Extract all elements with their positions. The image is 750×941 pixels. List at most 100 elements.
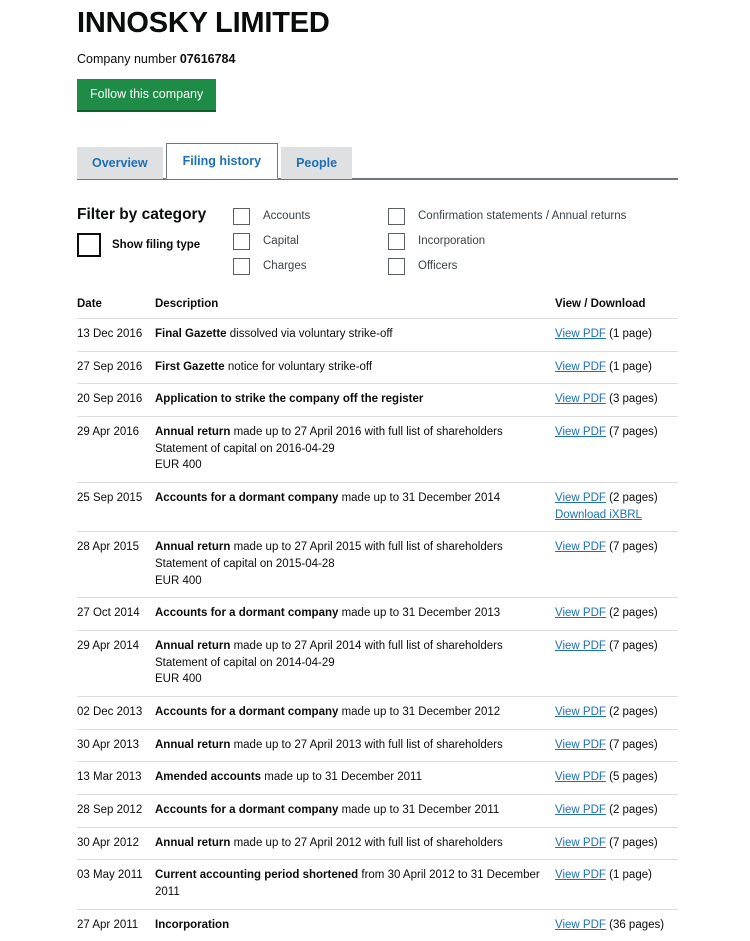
view-pdf-link[interactable]: View PDF xyxy=(555,393,606,405)
category-filter-row: Charges xyxy=(233,257,310,275)
filing-view-download: View PDF (2 pages) xyxy=(555,793,678,828)
view-pdf-link[interactable]: View PDF xyxy=(555,328,606,340)
filing-description-title: Annual return xyxy=(155,738,231,751)
table-row: 02 Dec 2013 Accounts for a dormant compan… xyxy=(77,695,678,730)
category-column-left: Accounts Capital Charges xyxy=(233,207,310,283)
table-row: 30 Apr 2012 Annual return made up to 27 A… xyxy=(77,826,678,860)
view-pdf-link[interactable]: View PDF xyxy=(555,837,606,849)
filing-history-table: Date Description View / Download 13 Dec … xyxy=(77,298,678,941)
company-number: Company number 07616784 xyxy=(77,52,750,66)
table-row: 13 Mar 2013 Amended accounts made up to 3… xyxy=(77,761,678,795)
filing-date: 25 Sep 2015 xyxy=(77,481,155,532)
view-pdf-link[interactable]: View PDF xyxy=(555,492,606,504)
view-pdf-link[interactable]: View PDF xyxy=(555,771,606,783)
filing-description-main: Current accounting period shortened from… xyxy=(155,869,540,898)
page-count: (2 pages) xyxy=(605,705,658,718)
category-checkbox-confirmation-statements-annual-returns[interactable] xyxy=(388,207,405,225)
tab-people[interactable]: People xyxy=(281,146,353,179)
tab-bar: Overview Filing history People xyxy=(77,142,678,181)
view-pdf-link[interactable]: View PDF xyxy=(555,706,606,718)
table-header-row: Date Description View / Download xyxy=(77,298,678,319)
category-label: Capital xyxy=(263,235,299,248)
table-row: 13 Dec 2016 Final Gazette dissolved via v… xyxy=(77,317,678,352)
table-row: 25 Sep 2015 Accounts for a dormant compan… xyxy=(77,481,678,532)
filing-description-detail: made up to 27 April 2016 with full list … xyxy=(230,425,503,438)
page-count: (7 pages) xyxy=(605,836,658,849)
category-label: Incorporation xyxy=(418,235,486,248)
filing-description-subline: Statement of capital on 2015-04-28 xyxy=(155,557,335,570)
column-header-description: Description xyxy=(155,297,219,310)
filing-view-download: View PDF (7 pages) xyxy=(555,728,678,762)
filing-date: 03 May 2011 xyxy=(77,859,155,910)
filing-description-main: First Gazette notice for voluntary strik… xyxy=(155,361,372,373)
filing-description-main: Annual return made up to 27 April 2015 w… xyxy=(155,541,503,553)
filing-view-download: View PDF (2 pages) xyxy=(555,597,678,631)
category-column-right: Confirmation statements / Annual returns… xyxy=(388,207,626,283)
view-pdf-line: View PDF (2 pages) xyxy=(555,605,678,622)
filing-description-main: Annual return made up to 27 April 2016 w… xyxy=(155,426,503,438)
view-pdf-link[interactable]: View PDF xyxy=(555,919,606,931)
filing-description-title: Accounts for a dormant company xyxy=(155,803,339,816)
category-label: Charges xyxy=(263,260,307,273)
follow-company-button[interactable]: Follow this company xyxy=(77,78,217,110)
category-filter-row: Accounts xyxy=(233,207,310,225)
page-count: (7 pages) xyxy=(605,425,658,438)
category-checkbox-accounts[interactable] xyxy=(233,207,250,225)
filing-date: 13 Mar 2013 xyxy=(77,761,155,795)
filing-description-main: Annual return made up to 27 April 2012 w… xyxy=(155,837,503,849)
filing-description: Annual return made up to 27 April 2016 w… xyxy=(155,415,555,483)
download-ixbrl-link[interactable]: Download iXBRL xyxy=(555,509,642,521)
filing-description-title: First Gazette xyxy=(155,360,225,373)
filing-description-title: Annual return xyxy=(155,836,231,849)
view-pdf-link[interactable]: View PDF xyxy=(555,361,606,373)
page-count: (3 pages) xyxy=(605,393,658,406)
page-count: (1 page) xyxy=(605,360,652,373)
view-pdf-line: View PDF (7 pages) xyxy=(555,638,678,655)
filing-description: Current accounting period shortened from… xyxy=(155,859,555,910)
company-number-value: 07616784 xyxy=(179,51,236,66)
filing-date: 30 Apr 2012 xyxy=(77,826,155,860)
filing-description-subline: EUR 400 xyxy=(155,574,202,587)
page-count: (2 pages) xyxy=(605,607,658,620)
view-pdf-link[interactable]: View PDF xyxy=(555,640,606,652)
filing-description-main: Accounts for a dormant company made up t… xyxy=(155,607,500,619)
view-pdf-line: View PDF (2 pages) xyxy=(555,490,678,507)
view-pdf-link[interactable]: View PDF xyxy=(555,804,606,816)
view-pdf-link[interactable]: View PDF xyxy=(555,739,606,751)
tab-filing-history[interactable]: Filing history xyxy=(165,142,279,179)
view-pdf-link[interactable]: View PDF xyxy=(555,541,606,553)
filing-date: 27 Apr 2011 xyxy=(77,908,155,941)
filing-description-title: Current accounting period shortened xyxy=(155,869,359,882)
filing-description: Annual return made up to 27 April 2013 w… xyxy=(155,728,555,762)
show-filing-type-checkbox[interactable] xyxy=(77,232,101,257)
view-pdf-line: View PDF (7 pages) xyxy=(555,737,678,754)
filing-description: Accounts for a dormant company made up t… xyxy=(155,695,555,730)
table-row: 03 May 2011 Current accounting period sho… xyxy=(77,859,678,910)
view-pdf-link[interactable]: View PDF xyxy=(555,426,606,438)
filing-description-title: Final Gazette xyxy=(155,327,227,340)
view-pdf-link[interactable]: View PDF xyxy=(555,869,606,881)
view-pdf-line: View PDF (2 pages) xyxy=(555,704,678,721)
company-filing-history-page: INNOSKY LIMITED Company number 07616784 … xyxy=(0,0,750,941)
tab-overview[interactable]: Overview xyxy=(77,146,163,179)
filing-description: Annual return made up to 27 April 2015 w… xyxy=(155,531,555,598)
view-pdf-link[interactable]: View PDF xyxy=(555,607,606,619)
view-pdf-line: View PDF (1 page) xyxy=(555,867,678,884)
view-pdf-line: View PDF (36 pages) xyxy=(555,917,678,934)
category-checkbox-charges[interactable] xyxy=(233,257,250,275)
category-checkbox-incorporation[interactable] xyxy=(388,232,405,250)
filing-date: 27 Sep 2016 xyxy=(77,350,155,384)
table-row: 27 Oct 2014 Accounts for a dormant compan… xyxy=(77,597,678,631)
filing-description-title: Amended accounts xyxy=(155,771,262,784)
category-checkbox-officers[interactable] xyxy=(388,257,405,275)
filing-description-detail: notice for voluntary strike-off xyxy=(224,360,373,373)
filing-description-detail: made up to 27 April 2014 with full list … xyxy=(230,639,503,652)
filing-description-subline: EUR 400 xyxy=(155,673,202,686)
filing-date: 28 Sep 2012 xyxy=(77,793,155,828)
category-checkbox-capital[interactable] xyxy=(233,232,250,250)
page-count: (1 page) xyxy=(605,327,652,340)
filing-description-subline: Statement of capital on 2016-04-29 xyxy=(155,442,335,455)
view-pdf-line: View PDF (5 pages) xyxy=(555,769,678,786)
filing-date: 28 Apr 2015 xyxy=(77,531,155,598)
filing-description: Amended accounts made up to 31 December … xyxy=(155,761,555,795)
